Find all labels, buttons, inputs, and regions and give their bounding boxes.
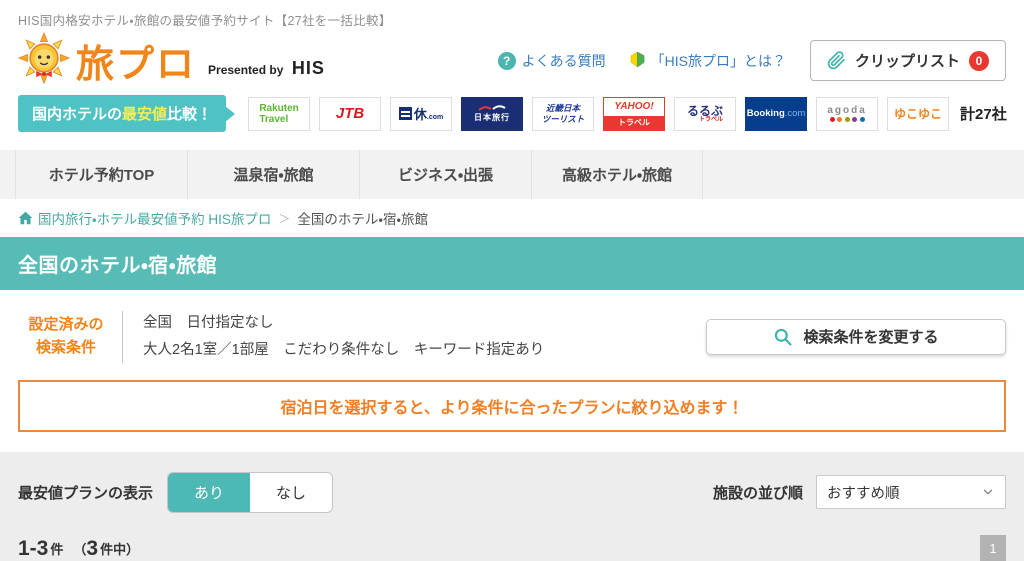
page-title-bar: 全国のホテル・宿・旅館 [0,237,1024,290]
date-selection-notice: 宿泊日を選択すると、より条件に合ったプランに絞り込めます！ [18,379,1006,432]
breadcrumb-current: 全国のホテル・宿・旅館 [297,212,429,227]
home-icon [18,211,33,225]
breadcrumb-home-link[interactable]: 国内旅行・ホテル最安値予約 HIS旅プロ [18,208,271,228]
agoda-dots-icon [827,117,866,122]
nav-tab-hotel-top[interactable]: ホテル予約TOP [15,150,187,199]
results-range: 1-3 [18,536,49,560]
partner-logo-nihon-ryoko: 日本旅行 [461,96,524,131]
plan-toggle-label: 最安値プランの表示 [18,484,154,502]
cliplist-count-badge: 0 [969,50,989,71]
partner-logo-yahoo-travel: YAHOO! トラベル [603,96,666,131]
conditions-line-2: 大人2名1室／1部屋 こだわり条件なし キーワード指定あり [143,341,545,358]
lowest-price-promo-banner: 国内ホテルの最安値比較！ [18,95,227,132]
search-conditions: 設定済みの 検索条件 全国 日付指定なし 大人2名1室／1部屋 こだわり条件なし… [0,290,1024,364]
pagination-page-1[interactable]: 1 [980,534,1006,561]
cliplist-label: クリップリスト [854,53,960,70]
site-tagline: HIS国内格安ホテル・旅館の最安値予約サイト【27社を一括比較】 [18,14,392,28]
toggle-option-ari[interactable]: あり [168,472,251,512]
sort-label: 施設の並び順 [712,484,803,502]
partner-logo-yukoyuko: ゆこゆこ [887,96,950,131]
nav-tab-business[interactable]: ビジネス・出張 [359,150,531,199]
partner-logo-rurubu-travel: るるぶ トラベル [674,96,737,131]
conditions-divider [122,310,123,363]
partner-logo-rakuten-travel: Rakuten Travel [248,96,311,131]
main-nav: ホテル予約TOP 温泉宿・旅館 ビジネス・出張 高級ホテル・旅館 [0,150,1024,199]
nav-tab-luxury[interactable]: 高級ホテル・旅館 [531,150,703,199]
conditions-label: 設定済みの 検索条件 [28,316,104,356]
nav-tab-onsen[interactable]: 温泉宿・旅館 [187,150,359,199]
lowest-price-plan-toggle: あり なし [167,471,334,513]
results-section: 最安値プランの表示 あり なし 施設の並び順 おすすめ順 1-3 件 （ 3 件… [0,451,1024,561]
page-title: 全国のホテル・宿・旅館 [18,255,218,277]
partner-logo-jtb: JTB [319,96,382,131]
partner-logo-agoda: agoda [816,96,879,131]
change-conditions-button[interactable]: 検索条件を変更する [706,318,1006,355]
partners-total-count: 計27社 [960,106,1007,123]
faq-link[interactable]: ? よくある質問 [497,51,606,71]
site-logo[interactable]: 旅プロ Presented by HIS [17,31,325,89]
breadcrumb-separator: ＞ [278,211,291,226]
partner-logo-kintetsu-nihon-tourist: 近畿日本 ツーリスト [532,96,595,131]
partner-logo-strip: Rakuten Travel JTB 休.com 日本旅行 近畿日本 ツーリスト Y… [248,96,950,131]
partner-logo-ikkyu: 休.com [390,96,453,131]
search-icon [773,327,793,347]
nihon-ryoko-wave-icon [478,105,506,111]
partner-logo-booking-com: Booking.com [745,96,808,131]
cliplist-button[interactable]: クリップリスト 0 [809,40,1006,81]
sort-select[interactable]: おすすめ順 [816,475,1006,510]
ikkyu-mark-icon [398,107,412,120]
conditions-line-1: 全国 日付指定なし [143,315,274,331]
about-link[interactable]: 「HIS旅プロ」とは？ [630,51,786,71]
beginner-mark-icon [630,51,645,71]
comparison-bar: 国内ホテルの最安値比較！ Rakuten Travel JTB 休.com 日本旅… [0,89,1024,142]
brand-name: 旅プロ [76,44,197,86]
top-header: HIS国内格安ホテル・旅館の最安値予約サイト【27社を一括比較】 旅プロ Pre… [0,0,1024,89]
question-icon: ? [497,51,516,70]
breadcrumb: 国内旅行・ホテル最安値予約 HIS旅プロ ＞ 全国のホテル・宿・旅館 [0,199,1024,237]
toggle-option-nashi[interactable]: なし [250,473,332,512]
chevron-down-icon [981,485,995,499]
results-total: 3 [86,536,99,560]
results-count-row: 1-3 件 （ 3 件中） 1 [18,534,1006,561]
sort-selected-value: おすすめ順 [827,485,900,502]
presented-by: Presented by HIS [208,58,325,78]
sun-mascot-icon [17,31,71,89]
conditions-text: 全国 日付指定なし 大人2名1室／1部屋 こだわり条件なし キーワード指定あり [143,310,544,364]
paperclip-icon [827,51,846,70]
